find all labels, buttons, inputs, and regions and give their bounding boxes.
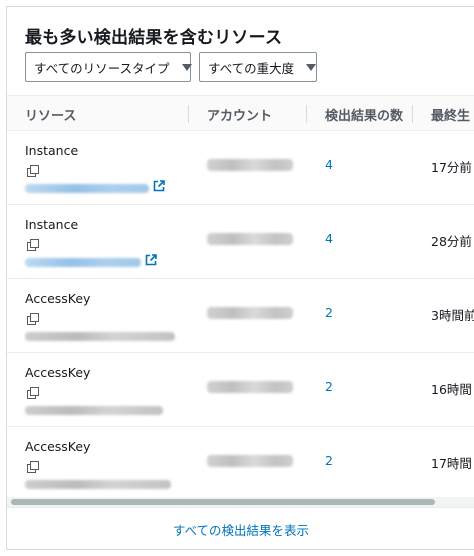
resource-id (25, 406, 163, 415)
caret-down-icon (181, 63, 192, 71)
table-row: AccessKey 2 3時間前 (7, 279, 474, 353)
account-id (207, 455, 293, 467)
panel-title: 最も多い検出結果を含むリソース (25, 28, 283, 48)
account-id (207, 233, 293, 245)
findings-count-link[interactable]: 4 (325, 231, 333, 246)
findings-count-link[interactable]: 2 (325, 453, 333, 468)
findings-count-link[interactable]: 4 (325, 157, 333, 172)
severity-select[interactable]: すべての重大度 (199, 52, 317, 82)
resource-id-link[interactable] (25, 258, 141, 267)
account-id (207, 307, 293, 319)
column-divider (188, 105, 189, 123)
resource-type: AccessKey (25, 291, 91, 306)
resource-id (25, 480, 171, 489)
copy-icon[interactable] (27, 312, 41, 326)
last-seen: 17時間 (431, 456, 472, 471)
last-seen: 16時間 (431, 382, 472, 397)
copy-icon[interactable] (27, 238, 41, 252)
column-header-resource[interactable]: リソース (25, 96, 189, 132)
resource-type-select[interactable]: すべてのリソースタイプ (25, 52, 192, 82)
column-header-account[interactable]: アカウント (207, 96, 307, 132)
table-row: AccessKey 2 16時間 (7, 353, 474, 427)
account-id (207, 159, 293, 171)
copy-icon[interactable] (27, 460, 41, 474)
table-row: AccessKey 2 17時間 (7, 427, 474, 501)
copy-icon[interactable] (27, 164, 41, 178)
last-seen: 17分前 (431, 160, 472, 175)
column-header-last-seen[interactable]: 最終生 (431, 96, 474, 132)
resource-type-select-value: すべてのリソースタイプ (34, 60, 170, 76)
last-seen: 3時間前 (431, 308, 474, 323)
resource-type: Instance (25, 217, 79, 232)
scrollbar-thumb[interactable] (11, 499, 435, 505)
resource-type: AccessKey (25, 439, 91, 454)
resource-type: Instance (25, 143, 79, 158)
view-all-findings-link[interactable]: すべての検出結果を表示 (173, 520, 309, 539)
severity-select-value: すべての重大度 (208, 60, 295, 76)
top-resources-panel: 最も多い検出結果を含むリソース すべてのリソースタイプ すべての重大度 リソース… (6, 6, 474, 550)
external-link-icon[interactable] (145, 254, 157, 266)
column-divider (412, 105, 413, 123)
resource-type: AccessKey (25, 365, 91, 380)
table-row: Instance 4 17分前 (7, 131, 474, 205)
column-header-findings-count[interactable]: 検出結果の数 (325, 96, 413, 132)
column-divider (306, 105, 307, 123)
findings-count-link[interactable]: 2 (325, 305, 333, 320)
caret-down-icon (306, 63, 317, 71)
findings-count-link[interactable]: 2 (325, 379, 333, 394)
table-row: Instance 4 28分前 (7, 205, 474, 279)
panel-footer: すべての検出結果を表示 (7, 507, 474, 549)
horizontal-scrollbar[interactable] (7, 497, 474, 507)
resource-id (25, 332, 175, 341)
copy-icon[interactable] (27, 386, 41, 400)
last-seen: 28分前 (431, 234, 472, 249)
account-id (207, 381, 293, 393)
external-link-icon[interactable] (153, 180, 165, 192)
table-header: リソース アカウント 検出結果の数 最終生 (7, 95, 474, 131)
resource-id-link[interactable] (25, 184, 149, 193)
